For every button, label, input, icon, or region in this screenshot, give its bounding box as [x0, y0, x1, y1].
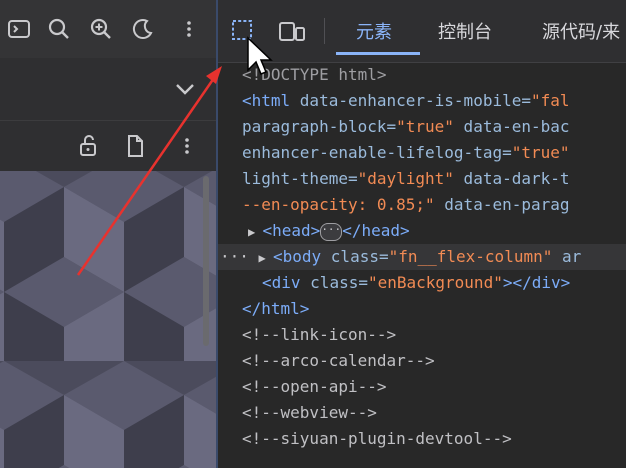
attr-value: "true" [511, 143, 570, 162]
screen: 元素 控制台 源代码/来 <!DOCTYPE html> <html data-… [0, 0, 626, 468]
dom-comment[interactable]: <!--link-icon--> [218, 322, 626, 348]
dom-line-body[interactable]: ··· ▶ <body class="fn__flex-column" ar [218, 244, 626, 270]
file-icon[interactable] [122, 133, 148, 159]
comment-text: <!--link-icon--> [242, 325, 397, 344]
more-vert-icon[interactable] [174, 133, 200, 159]
expand-triangle-icon[interactable]: ▶ [248, 225, 262, 239]
attr-value: "daylight" [357, 169, 454, 188]
attr-name: data-en-bac [453, 117, 570, 136]
dom-comment[interactable]: <!--open-api--> [218, 374, 626, 400]
doctype-text: <!DOCTYPE html> [242, 65, 387, 84]
dom-comment[interactable]: <!--arco-calendar--> [218, 348, 626, 374]
left-toolbar [0, 0, 216, 58]
dom-comment[interactable]: <!--siyuan-plugin-devtool--> [218, 426, 626, 452]
attr-name: paragraph-block= [242, 117, 397, 136]
html-close-tag: </html> [242, 299, 310, 318]
dom-line-html-close[interactable]: </html> [218, 296, 626, 322]
tab-elements[interactable]: 元素 [356, 18, 392, 44]
left-action-row [0, 121, 216, 171]
app-left-pane [0, 0, 216, 468]
attr-value: "enBackground" [367, 273, 503, 292]
moon-icon[interactable] [130, 16, 156, 42]
zoom-in-icon[interactable] [88, 16, 114, 42]
comment-text: <!--webview--> [242, 403, 377, 422]
device-toggle-icon[interactable] [278, 18, 306, 46]
attr-name: enhancer-enable-lifelog-tag= [242, 143, 512, 162]
attr-name: data-en-parag [434, 195, 570, 214]
dom-comment[interactable]: <!--webview--> [218, 400, 626, 426]
left-header-row [0, 58, 216, 121]
left-scrollbar-thumb[interactable] [203, 176, 209, 346]
attr-name: light-theme= [242, 169, 358, 188]
attr-name: data-dark-t [453, 169, 570, 188]
dom-line-div[interactable]: <div class="enBackground"></div> [218, 270, 626, 296]
dom-tree: <!DOCTYPE html> <html data-enhancer-is-m… [218, 62, 626, 468]
div-tag: <div [262, 273, 311, 292]
terminal-icon[interactable] [6, 16, 32, 42]
dom-line-html-attrs-2[interactable]: enhancer-enable-lifelog-tag="true" [218, 140, 626, 166]
unlock-icon[interactable] [76, 133, 102, 159]
attr-value: --en-opacity: 0.85;" [242, 195, 435, 214]
search-icon[interactable] [46, 16, 72, 42]
attr-value: "true" [396, 117, 454, 136]
dom-line-html-open[interactable]: <html data-enhancer-is-mobile="fal [218, 88, 626, 114]
expand-triangle-icon[interactable]: ▶ [259, 251, 273, 265]
dom-line-html-attrs-3[interactable]: light-theme="daylight" data-dark-t [218, 166, 626, 192]
dom-line-doctype[interactable]: <!DOCTYPE html> [218, 62, 626, 88]
active-tab-indicator [336, 52, 420, 55]
chevron-down-icon[interactable] [172, 76, 198, 102]
comment-text: <!--arco-calendar--> [242, 351, 435, 370]
body-tag: <body [273, 247, 331, 266]
collapsed-ellipsis-badge[interactable]: ··· [320, 222, 343, 241]
div-close-tag: ></div> [502, 273, 571, 292]
attr-name: class= [330, 247, 389, 266]
dom-line-head[interactable]: ▶ <head>···</head> [218, 218, 626, 244]
inspect-element-icon[interactable] [230, 18, 258, 46]
dom-line-html-attrs-1[interactable]: paragraph-block="true" data-en-bac [218, 114, 626, 140]
attr-name: class= [310, 273, 368, 292]
devtools-tabbar: 元素 控制台 源代码/来 [218, 0, 626, 63]
row-actions-dots[interactable]: ··· [220, 247, 249, 266]
html-tag: <html [242, 91, 300, 110]
toolbar-separator [324, 18, 325, 44]
tab-console[interactable]: 控制台 [438, 18, 492, 44]
attr-name: data-enhancer-is-mobile= [299, 91, 531, 110]
dom-line-html-attrs-4[interactable]: --en-opacity: 0.85;" data-en-parag [218, 192, 626, 218]
head-close-tag: </head> [342, 221, 410, 240]
more-vert-icon[interactable] [176, 16, 202, 42]
attr-value: "fal [530, 91, 570, 110]
attr-value: "fn__flex-column" [388, 247, 553, 266]
cube-pattern-background [0, 171, 216, 468]
tab-sources[interactable]: 源代码/来 [542, 18, 620, 44]
comment-text: <!--siyuan-plugin-devtool--> [242, 429, 512, 448]
attr-name: ar [552, 247, 582, 266]
devtools-panel: 元素 控制台 源代码/来 <!DOCTYPE html> <html data-… [218, 0, 626, 468]
comment-text: <!--open-api--> [242, 377, 387, 396]
head-open-tag: <head> [262, 221, 321, 240]
